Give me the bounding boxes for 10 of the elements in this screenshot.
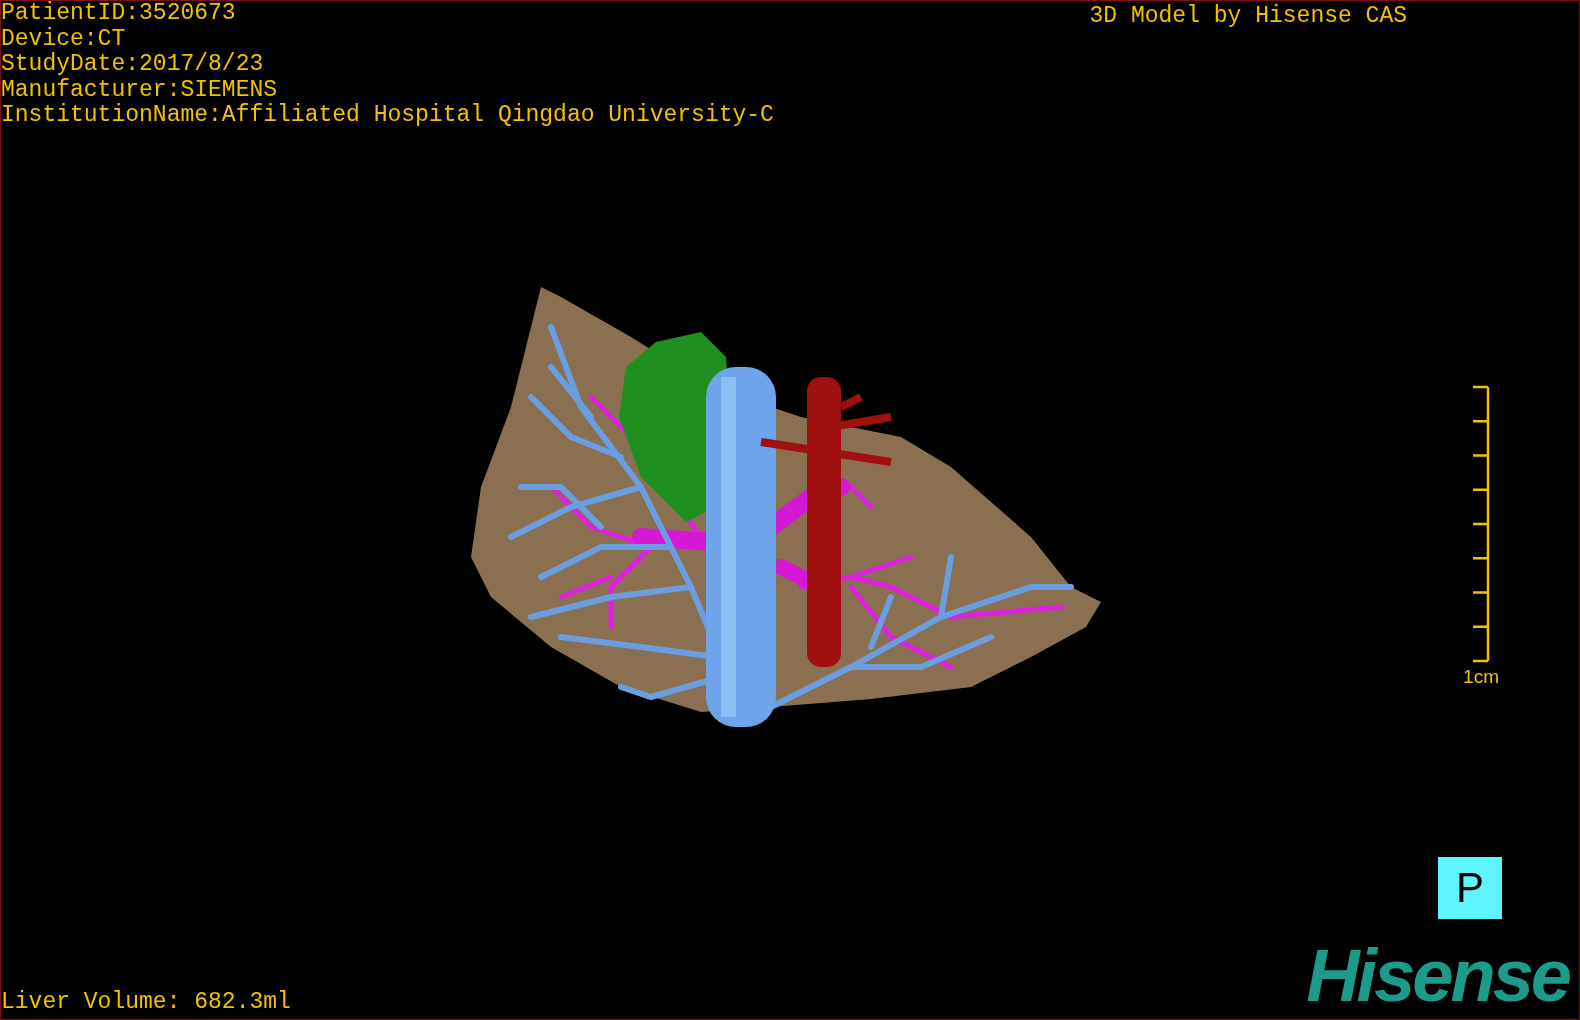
liver-volume-text: Liver Volume: 682.3ml — [1, 989, 291, 1015]
patient-info-text: Device:CT — [1, 26, 127, 52]
model-title: 3D Model by Hisense CAS — [1089, 2, 1407, 31]
patient-info-text: Manufacturer:SIEMENS — [1, 77, 279, 103]
orientation-button[interactable]: P — [1438, 857, 1502, 919]
patient-info-text: StudyDate:2017/8/23 — [1, 52, 265, 78]
scale-label: 1cm — [1463, 666, 1499, 687]
brand-logo: Hisense — [1306, 941, 1571, 1011]
patient-info-text: PatientID:3520673 — [1, 1, 237, 27]
patient-info-text: InstitutionName:Affiliated Hospital Qingdao University-C — [1, 103, 774, 129]
